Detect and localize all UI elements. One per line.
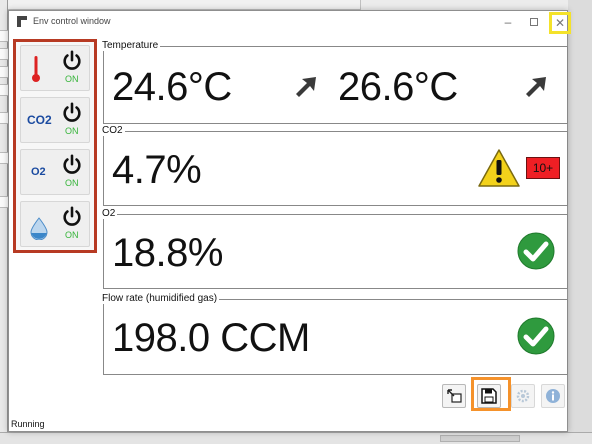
- background-app-right-strip: [568, 0, 592, 444]
- temperature-target-value: 26.6°C: [338, 65, 458, 109]
- maximize-button[interactable]: [523, 13, 545, 31]
- check-icon: [517, 232, 555, 270]
- water-drop-icon: [30, 217, 48, 240]
- title-bar[interactable]: Env control window – ✕: [9, 11, 571, 34]
- export-window-button[interactable]: [442, 384, 466, 408]
- temperature-toggle-button[interactable]: ON: [20, 45, 90, 91]
- arrow-up-right-icon: [296, 77, 316, 97]
- temperature-panel: Temperature 24.6°C 26.6°C: [102, 40, 568, 124]
- o2-value: 18.8%: [112, 231, 223, 275]
- env-control-window: Env control window – ✕ ON CO2 ON O2 ON O…: [8, 10, 571, 432]
- status-bar-text: Running: [11, 419, 45, 429]
- co2-panel: CO2 4.7% 10+: [102, 125, 568, 206]
- co2-value: 4.7%: [112, 148, 202, 192]
- export-window-icon: [447, 389, 462, 403]
- background-app-panel: [360, 0, 568, 10]
- power-icon: [63, 154, 81, 174]
- state-label: ON: [65, 74, 79, 84]
- maximize-icon: [530, 18, 538, 26]
- app-icon: [17, 16, 27, 27]
- settings-button[interactable]: [511, 384, 535, 408]
- info-button[interactable]: [541, 384, 565, 408]
- co2-toggle-button[interactable]: CO2 ON: [20, 97, 90, 143]
- panel-title: Temperature: [102, 40, 161, 51]
- o2-label: O2: [31, 166, 46, 178]
- panel-title: O2: [102, 208, 118, 219]
- o2-panel: O2 18.8%: [102, 208, 568, 289]
- o2-toggle-button[interactable]: O2 ON: [20, 149, 90, 195]
- panel-title: CO2: [102, 125, 125, 136]
- state-label: ON: [65, 178, 79, 188]
- close-icon: ✕: [554, 16, 566, 30]
- sensor-toggle-panel: ON CO2 ON O2 ON ON: [13, 39, 97, 253]
- temperature-value: 24.6°C: [112, 65, 232, 109]
- close-button[interactable]: ✕: [549, 12, 571, 34]
- gear-icon: [516, 389, 530, 403]
- panel-title: Flow rate (humidified gas): [102, 293, 220, 304]
- save-button[interactable]: [477, 384, 501, 408]
- state-label: ON: [65, 126, 79, 136]
- power-icon: [63, 50, 81, 70]
- power-icon: [63, 102, 81, 122]
- info-icon: [546, 389, 560, 403]
- background-app-bottom-strip: [0, 432, 592, 444]
- warning-icon: [478, 149, 520, 187]
- save-icon: [481, 388, 497, 404]
- arrow-up-right-icon: [526, 77, 546, 97]
- flow-rate-value: 198.0 CCM: [112, 316, 310, 360]
- check-icon: [517, 317, 555, 355]
- thermometer-icon: [32, 56, 40, 82]
- humidity-toggle-button[interactable]: ON: [20, 201, 90, 247]
- power-icon: [63, 206, 81, 226]
- state-label: ON: [65, 230, 79, 240]
- minimize-button[interactable]: –: [497, 13, 519, 31]
- background-app-left-strip: [0, 0, 8, 444]
- window-title: Env control window: [33, 16, 111, 26]
- flow-rate-panel: Flow rate (humidified gas) 198.0 CCM: [102, 293, 568, 375]
- co2-alert-badge: 10+: [526, 157, 560, 179]
- co2-label: CO2: [27, 113, 52, 127]
